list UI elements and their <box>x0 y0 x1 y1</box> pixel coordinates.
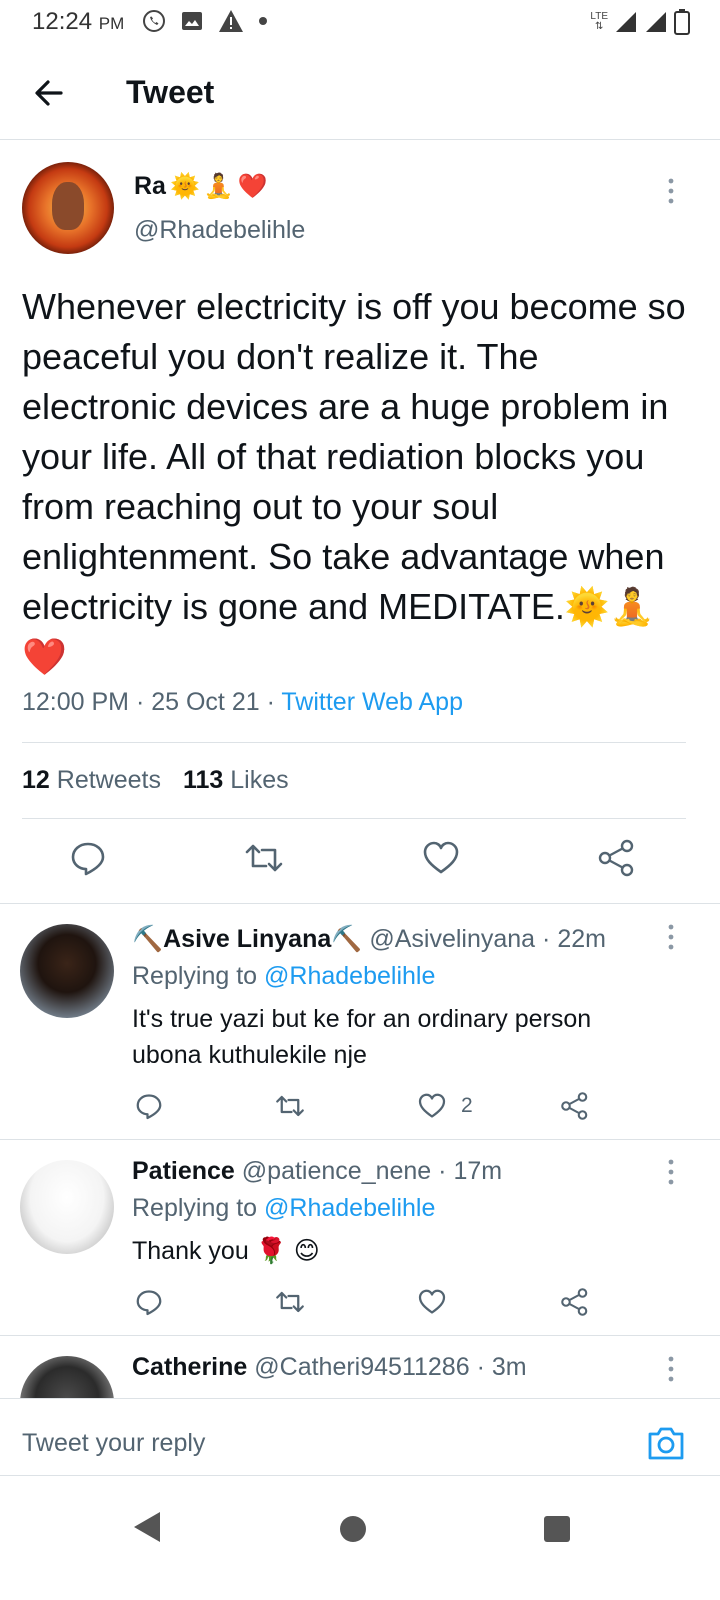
tweet-actions <box>0 838 720 884</box>
retweets-count: 12 <box>22 766 50 794</box>
signal-icon <box>616 12 636 32</box>
heart-emoji: ❤️ <box>237 173 268 200</box>
sun-emoji: 🌞 <box>169 173 200 200</box>
replying-to: Replying to @Rhadebelihle <box>132 962 435 991</box>
likes-label: Likes <box>230 766 289 794</box>
recents-square-icon[interactable] <box>544 1516 570 1542</box>
replying-label: Replying to <box>132 1194 258 1222</box>
reply-header[interactable]: Catherine @Catheri94511286 · 3m <box>132 1353 527 1382</box>
tweet-meta: 12:00 PM · 25 Oct 21 · Twitter Web App <box>22 688 463 716</box>
meditation-emoji: 🧘 <box>203 173 234 200</box>
signal-icon <box>646 12 666 32</box>
reply-text: It's true yazi but ke for an ordinary pe… <box>132 1005 592 1069</box>
reply-composer[interactable]: Tweet your reply <box>0 1398 720 1476</box>
replying-label: Replying to <box>132 962 258 990</box>
reply-icon[interactable] <box>68 838 108 878</box>
reply-time: 3m <box>491 1353 527 1381</box>
retweet-icon[interactable] <box>244 838 284 878</box>
system-nav-bar <box>0 1478 720 1600</box>
reply-input-placeholder[interactable]: Tweet your reply <box>22 1429 205 1458</box>
author-handle[interactable]: @Rhadebelihle <box>134 216 305 245</box>
reply-text: Thank you 🌹 😊 <box>132 1237 320 1265</box>
reply-icon[interactable] <box>134 1287 164 1317</box>
like-icon[interactable] <box>417 1287 447 1317</box>
reply-avatar[interactable] <box>20 1160 114 1254</box>
status-notification-icons <box>142 9 268 33</box>
likes-stat[interactable]: 113 Likes <box>183 766 289 795</box>
back-triangle-icon[interactable] <box>132 1510 162 1544</box>
more-options-icon[interactable] <box>661 922 681 952</box>
lte-icon: LTE ⇅ <box>590 11 608 32</box>
page-title: Tweet <box>126 74 215 110</box>
warning-icon <box>219 10 243 32</box>
like-icon[interactable] <box>417 1091 447 1121</box>
tweet-date: 25 Oct 21 <box>151 688 260 716</box>
avatar-face <box>52 182 84 230</box>
reply-author-handle: @Catheri94511286 <box>254 1353 470 1381</box>
retweets-label: Retweets <box>56 766 161 794</box>
reply-time: 17m <box>453 1157 503 1185</box>
gallery-icon <box>182 12 202 30</box>
status-time-ampm: PM <box>98 14 125 33</box>
share-icon[interactable] <box>597 838 637 878</box>
reply-author-name: ⛏️Asive Linyana⛏️ <box>132 925 363 953</box>
lte-label: LTE <box>590 11 608 22</box>
battery-icon <box>674 9 690 35</box>
home-circle-icon[interactable] <box>340 1516 366 1542</box>
more-options-icon[interactable] <box>661 1354 681 1384</box>
status-time-value: 12:24 <box>32 8 93 35</box>
tweet-stats: 12 Retweets 113 Likes <box>22 766 289 795</box>
likes-count: 113 <box>182 766 224 794</box>
reply-time: 22m <box>557 925 606 953</box>
reply-icon[interactable] <box>134 1091 164 1121</box>
replying-mention-link[interactable]: @Rhadebelihle <box>264 962 435 990</box>
share-icon[interactable] <box>560 1287 590 1317</box>
camera-icon[interactable] <box>646 1425 686 1461</box>
like-icon[interactable] <box>421 838 461 878</box>
divider <box>0 903 720 904</box>
reply-avatar[interactable] <box>20 1356 114 1398</box>
author-name[interactable]: Ra 🌞 🧘 ❤️ <box>134 172 268 201</box>
tweet-text: Whenever electricity is off you become s… <box>22 286 686 677</box>
tweet-time: 12:00 PM <box>22 688 130 716</box>
divider <box>0 1139 720 1140</box>
retweets-stat[interactable]: 12 Retweets <box>22 766 161 795</box>
divider <box>22 742 686 743</box>
author-name-text: Ra <box>134 172 166 200</box>
status-time: 12:24 PM <box>32 8 124 36</box>
reply-author-handle: @Asivelinyana <box>369 925 536 953</box>
reply-header[interactable]: ⛏️Asive Linyana⛏️ @Asivelinyana · 22m <box>132 925 606 954</box>
share-icon[interactable] <box>560 1091 590 1121</box>
divider <box>22 818 686 819</box>
reply-author-handle: @patience_nene <box>241 1157 432 1185</box>
reply-avatar[interactable] <box>20 924 114 1018</box>
retweet-icon[interactable] <box>275 1287 305 1317</box>
reply-author-name: Catherine <box>132 1353 248 1381</box>
back-arrow-icon[interactable] <box>30 74 68 112</box>
more-options-icon[interactable] <box>661 176 681 206</box>
reply-author-name: Patience <box>132 1157 235 1185</box>
app-header: Tweet <box>0 46 720 140</box>
replying-mention-link[interactable]: @Rhadebelihle <box>264 1194 435 1222</box>
dot-icon <box>259 17 267 25</box>
reply-clip: Catherine @Catheri94511286 · 3m <box>0 1336 720 1398</box>
replying-to: Replying to @Rhadebelihle <box>132 1194 435 1223</box>
retweet-icon[interactable] <box>275 1091 305 1121</box>
reply-header[interactable]: Patience @patience_nene · 17m <box>132 1157 502 1186</box>
reply-like-count: 2 <box>461 1094 473 1117</box>
more-options-icon[interactable] <box>661 1157 681 1187</box>
whatsapp-icon <box>143 10 165 32</box>
status-bar: 12:24 PM LTE ⇅ <box>0 0 720 46</box>
tweet-source-link[interactable]: Twitter Web App <box>281 688 463 716</box>
author-avatar[interactable] <box>22 162 114 254</box>
status-system-icons: LTE ⇅ <box>590 9 690 35</box>
